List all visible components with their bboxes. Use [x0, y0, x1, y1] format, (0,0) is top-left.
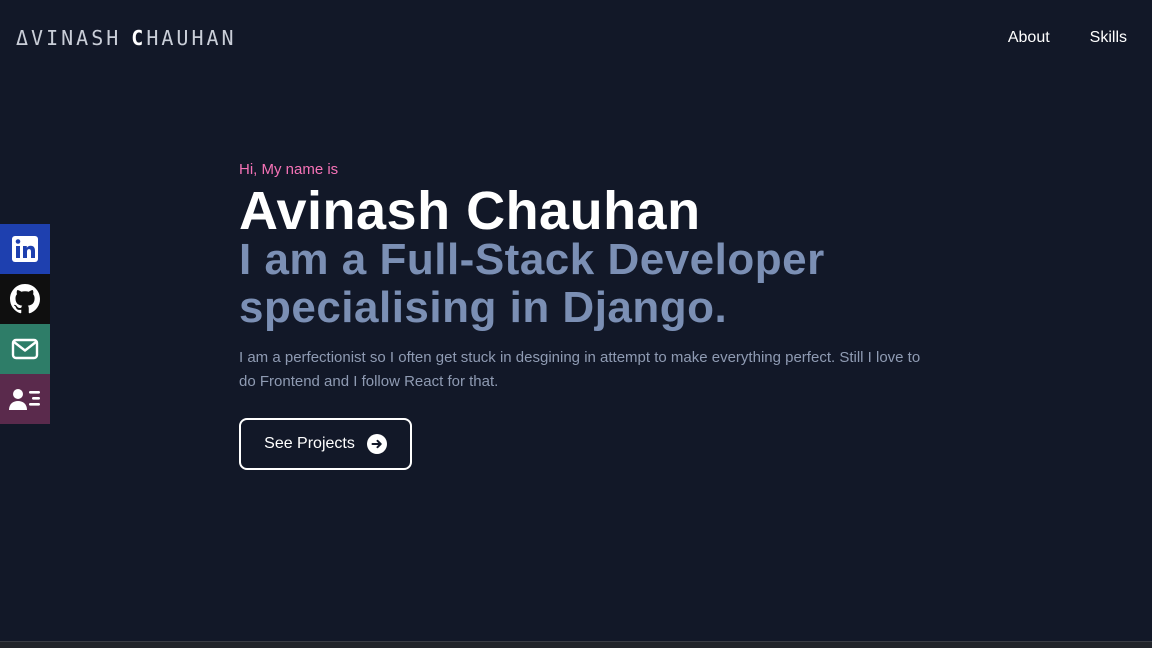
hero-description: I am a perfectionist so I often get stuc… [239, 349, 921, 390]
site-logo[interactable]: ΔVINASH CHAUHAN [16, 26, 237, 50]
arrow-right-icon [366, 434, 387, 454]
hero-role: I am a Full-Stack Developer specialising… [239, 235, 825, 332]
logo-last-initial: C [131, 26, 147, 50]
see-projects-label: See Projects [264, 435, 355, 452]
linkedin-link[interactable] [0, 224, 50, 274]
resume-icon [9, 389, 40, 410]
github-icon [10, 284, 40, 314]
mail-link[interactable] [0, 324, 50, 374]
logo-last-rest: HAUHAN [146, 26, 237, 50]
resume-link[interactable] [0, 374, 50, 424]
hero-name: Avinash Chauhan [239, 181, 701, 241]
see-projects-button[interactable]: See Projects [239, 418, 412, 470]
logo-first-rest: VINASH [31, 26, 122, 50]
mail-icon [11, 338, 39, 360]
linkedin-icon [12, 236, 38, 262]
top-nav: About Skills [1008, 29, 1127, 47]
hero-section: Hi, My name is Avinash Chauhan I am a Fu… [239, 160, 939, 470]
hero-intro: Hi, My name is [239, 161, 339, 178]
logo-first-initial: Δ [16, 26, 32, 50]
bottom-edge-bar [0, 641, 1152, 648]
nav-skills-link[interactable]: Skills [1090, 29, 1127, 47]
social-sidebar [0, 224, 50, 424]
github-link[interactable] [0, 274, 50, 324]
nav-about-link[interactable]: About [1008, 29, 1050, 47]
